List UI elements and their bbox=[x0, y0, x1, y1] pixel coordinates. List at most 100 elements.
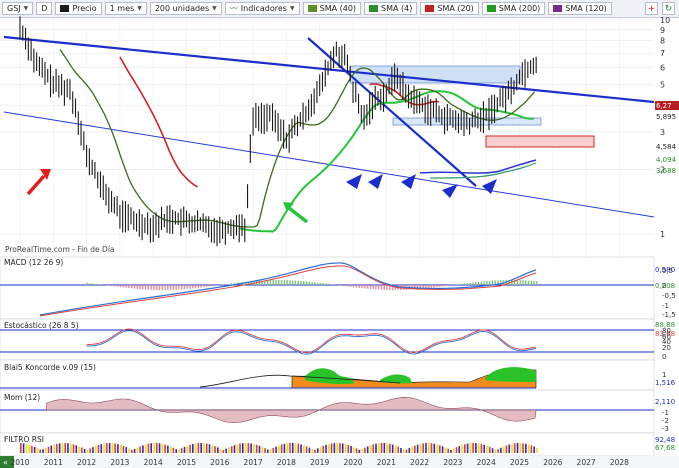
macd-hist-bar bbox=[314, 282, 316, 285]
macd-hist-bar bbox=[125, 285, 127, 288]
x-tick-label: 2026 bbox=[543, 458, 562, 467]
mom-y-tick: -1 bbox=[662, 409, 669, 417]
rsi-bar bbox=[205, 443, 208, 453]
rsi-bar bbox=[461, 445, 463, 453]
rsi-bar bbox=[319, 447, 322, 453]
macd-hist-bar bbox=[461, 283, 463, 285]
rsi-bar bbox=[147, 443, 150, 453]
rsi-bar bbox=[253, 443, 255, 453]
rsi-bar bbox=[469, 443, 472, 453]
rsi-bar bbox=[72, 444, 75, 453]
macd-hist-bar bbox=[444, 285, 446, 287]
koncorde-y-axis: 1 bbox=[662, 371, 666, 379]
macd-y-axis: 0,5 0 -0,5 -1-1,5 bbox=[662, 267, 676, 319]
macd-hist-bar bbox=[161, 285, 163, 290]
macd-hist-bar bbox=[122, 285, 125, 288]
macd-hist-bar bbox=[272, 280, 274, 285]
mom-panel-bg bbox=[0, 389, 655, 434]
rsi-bar bbox=[20, 443, 22, 453]
rsi-bar bbox=[402, 449, 405, 453]
macd-hist-bar bbox=[383, 285, 385, 290]
rsi-bar bbox=[355, 448, 358, 453]
rsi-bar bbox=[167, 445, 169, 453]
koncorde-title: Blai5 Koncorde v.09 (15) bbox=[4, 363, 96, 372]
macd-hist-bar bbox=[200, 285, 202, 288]
rsi-bar bbox=[369, 445, 372, 453]
rsi-bar bbox=[50, 445, 53, 453]
x-tick-label: 2019 bbox=[310, 458, 329, 467]
macd-hist-bar bbox=[469, 282, 471, 285]
rsi-panel: FILTRO RSI 92,48 67,68 bbox=[0, 432, 675, 457]
macd-hist-bar bbox=[355, 285, 358, 288]
rsi-bar bbox=[508, 444, 510, 453]
macd-hist-bar bbox=[225, 284, 227, 285]
macd-hist-bar bbox=[325, 283, 327, 285]
y-tick-label: 1 bbox=[660, 230, 665, 239]
x-tick-label: 2012 bbox=[77, 458, 96, 467]
mom-y-axis: -1-2-3 bbox=[662, 409, 669, 433]
rsi-bar bbox=[516, 443, 519, 453]
macd-hist-bar bbox=[133, 285, 136, 289]
rsi-bar bbox=[472, 443, 474, 453]
macd-hist-bar bbox=[530, 280, 532, 285]
macd-hist-bar bbox=[525, 280, 527, 285]
rsi-bar bbox=[436, 444, 438, 453]
macd-hist-bar bbox=[433, 285, 435, 288]
rsi-bar bbox=[214, 446, 216, 453]
macd-hist-bar bbox=[375, 285, 377, 290]
rsi-bar bbox=[416, 444, 419, 453]
rsi-bar bbox=[422, 443, 424, 453]
rsi-bar bbox=[272, 447, 275, 453]
rsi-bar bbox=[100, 444, 103, 453]
x-tick-label: 2011 bbox=[44, 458, 63, 467]
macd-hist-bar bbox=[328, 283, 330, 285]
macd-hist-bar bbox=[458, 284, 460, 285]
y-tick-label: 10 bbox=[660, 16, 670, 25]
x-tick-label: 2028 bbox=[610, 458, 629, 467]
x-tick-label: 2010 bbox=[10, 458, 29, 467]
macd-hist-bar bbox=[316, 282, 319, 285]
macd-hist-bar bbox=[258, 280, 261, 285]
macd-hist-bar bbox=[386, 285, 388, 290]
rsi-bar bbox=[108, 443, 111, 453]
rsi-bar bbox=[386, 443, 388, 453]
double-chevron-left-icon[interactable]: « bbox=[3, 458, 8, 467]
macd-hist-bar bbox=[283, 280, 286, 285]
rsi-bar bbox=[161, 443, 164, 453]
rsi-bar bbox=[44, 447, 47, 453]
macd-y-tick: 0 bbox=[662, 282, 666, 290]
macd-hist-bar bbox=[94, 283, 97, 285]
rsi-bar bbox=[275, 446, 277, 453]
rsi-bar bbox=[450, 449, 452, 453]
badge-last-price-text: 6,27 bbox=[656, 102, 672, 110]
badge-5895-text: 5,895 bbox=[656, 113, 676, 121]
macd-hist-bar bbox=[480, 281, 483, 285]
rsi-bar bbox=[144, 444, 147, 453]
x-tick-label: 2020 bbox=[343, 458, 362, 467]
rsi-bar bbox=[297, 443, 300, 453]
rsi-bar bbox=[150, 443, 153, 453]
macd-hist-bar bbox=[108, 285, 111, 286]
rsi-bar bbox=[239, 443, 241, 453]
y-tick-label: 7 bbox=[660, 49, 665, 58]
rsi-bar bbox=[75, 445, 78, 453]
x-tick-label: 2022 bbox=[410, 458, 429, 467]
macd-hist-bar bbox=[269, 280, 272, 285]
rsi-bar bbox=[536, 447, 538, 453]
macd-y-tick: -1 bbox=[662, 302, 669, 310]
x-tick-label: 2014 bbox=[144, 458, 163, 467]
macd-hist-bar bbox=[167, 285, 169, 290]
rsi-bar bbox=[136, 447, 139, 453]
macd-hist-bar bbox=[300, 280, 302, 285]
rsi-bar bbox=[250, 443, 252, 453]
rsi-bar bbox=[522, 443, 524, 453]
macd-hist-bar bbox=[119, 285, 122, 288]
rsi-bar bbox=[194, 443, 197, 453]
rsi-bar bbox=[344, 444, 347, 453]
stock-chart[interactable]: 12345678910 6 bbox=[0, 0, 679, 468]
rsi-bar bbox=[289, 443, 291, 453]
macd-panel: MACD (12 26 9) 0,580 0,208 0,50-0,5-1-1,… bbox=[0, 256, 676, 320]
rsi-badge-1: 92,48 bbox=[655, 436, 675, 444]
rsi-bar bbox=[255, 444, 258, 453]
rsi-bar bbox=[380, 443, 383, 453]
